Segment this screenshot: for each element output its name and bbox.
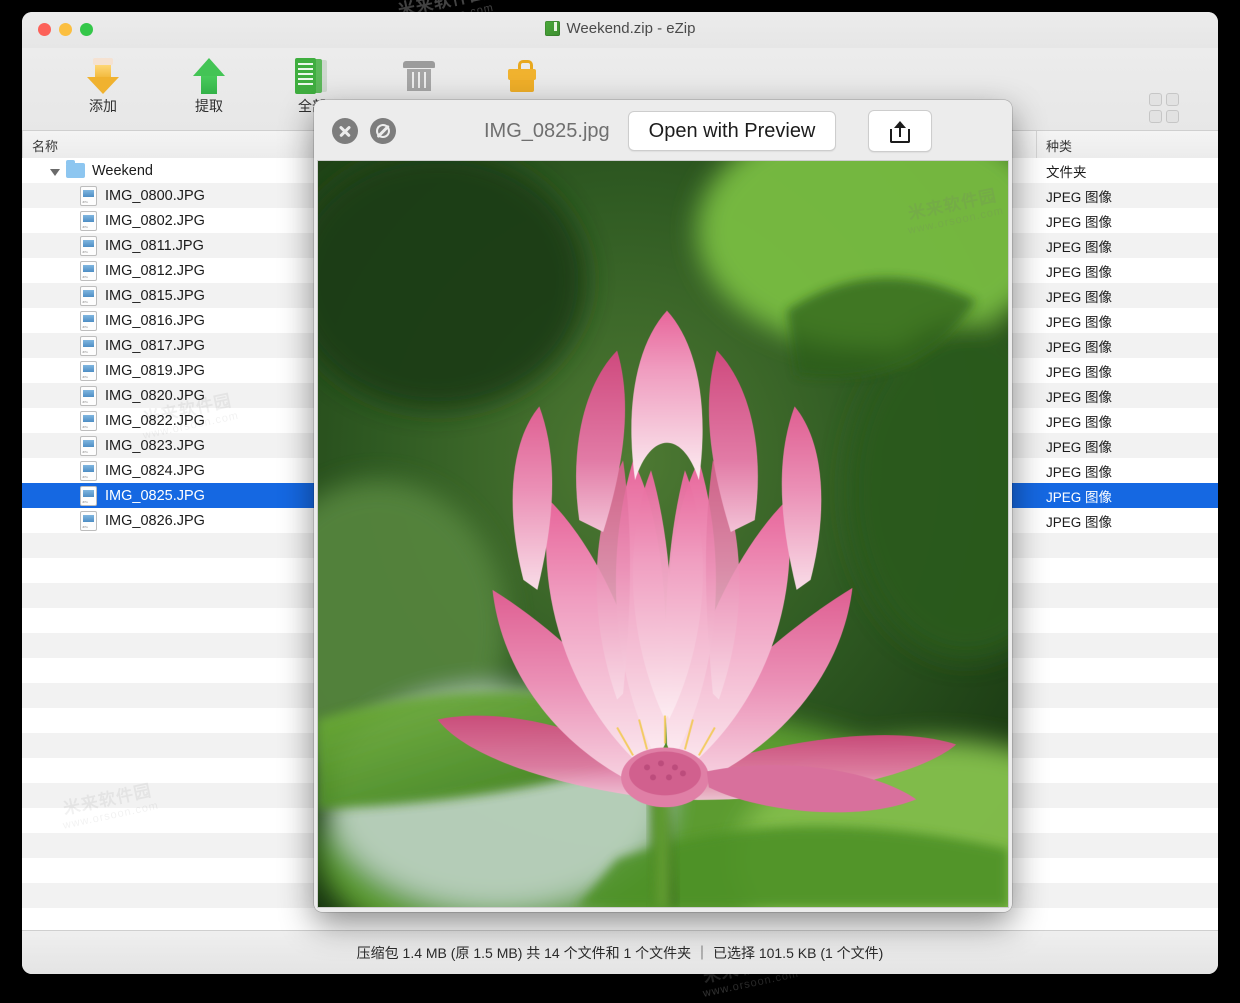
file-row-name-cell: IMG_0811.JPG: [80, 233, 204, 258]
jpeg-file-icon: [80, 260, 97, 281]
file-name-label: IMG_0817.JPG: [105, 337, 205, 354]
toolbar-label-extract: 提取: [195, 98, 223, 114]
jpeg-file-icon: [80, 185, 97, 206]
lock-encrypt-icon: [479, 54, 565, 98]
file-row-name-cell: IMG_0822.JPG: [80, 408, 205, 433]
file-row-name-cell: IMG_0815.JPG: [80, 283, 205, 308]
toolbar-button-encrypt[interactable]: [479, 54, 565, 98]
share-upload-icon: [890, 119, 911, 143]
column-header-kind[interactable]: 种类: [1046, 136, 1072, 155]
no-entry-circle-icon[interactable]: [370, 118, 396, 144]
jpeg-file-icon: [80, 310, 97, 331]
extract-up-arrow-icon: [166, 54, 252, 98]
file-row-name-cell: IMG_0824.JPG: [80, 458, 205, 483]
jpeg-file-icon: [80, 460, 97, 481]
jpeg-file-icon: [80, 335, 97, 356]
jpeg-file-icon: [80, 210, 97, 231]
file-row-kind-cell: JPEG 图像: [1046, 339, 1113, 355]
column-header-name[interactable]: 名称: [32, 136, 58, 155]
add-down-arrow-icon: [60, 54, 146, 98]
chevron-down-icon[interactable]: [50, 168, 60, 176]
file-name-label: IMG_0820.JPG: [105, 387, 205, 404]
file-row-kind-cell: JPEG 图像: [1046, 439, 1113, 455]
file-name-label: IMG_0826.JPG: [105, 512, 205, 529]
file-name-label: IMG_0802.JPG: [105, 212, 205, 229]
file-row-kind-cell: JPEG 图像: [1046, 389, 1113, 405]
zip-archive-icon: [544, 21, 560, 36]
file-row-kind-cell: JPEG 图像: [1046, 289, 1113, 305]
file-row-kind-cell: JPEG 图像: [1046, 414, 1113, 430]
file-row-kind-cell: JPEG 图像: [1046, 189, 1113, 205]
file-name-label: IMG_0815.JPG: [105, 287, 205, 304]
jpeg-file-icon: [80, 235, 97, 256]
file-row-kind-cell: JPEG 图像: [1046, 239, 1113, 255]
quicklook-image-preview: [317, 160, 1009, 908]
close-icon[interactable]: [332, 118, 358, 144]
share-button[interactable]: [868, 110, 933, 152]
file-row-kind-cell: 文件夹: [1046, 164, 1087, 180]
file-row-name-cell: Weekend: [50, 158, 153, 183]
trash-icon: [376, 54, 462, 98]
file-name-label: IMG_0812.JPG: [105, 262, 205, 279]
grid-view-icon: [1149, 93, 1179, 123]
file-row-kind-cell: JPEG 图像: [1046, 514, 1113, 530]
file-name-label: IMG_0816.JPG: [105, 312, 205, 329]
file-name-label: IMG_0823.JPG: [105, 437, 205, 454]
toolbar-button-extract[interactable]: 提取: [166, 54, 252, 116]
folder-icon: [66, 160, 85, 178]
file-row-name-cell: IMG_0819.JPG: [80, 358, 205, 383]
file-name-label: IMG_0822.JPG: [105, 412, 205, 429]
quicklook-header: IMG_0825.jpg Open with Preview: [314, 100, 1012, 162]
lotus-flower-image: [318, 161, 1008, 907]
ezip-main-window: Weekend.zip - eZip 添加 提取 全部 名称 种类 Weeken…: [22, 12, 1218, 974]
toolbar-button-grid-view[interactable]: [1142, 86, 1186, 130]
quicklook-filename: IMG_0825.jpg: [484, 119, 610, 142]
file-row-name-cell: IMG_0802.JPG: [80, 208, 205, 233]
jpeg-file-icon: [80, 385, 97, 406]
jpeg-file-icon: [80, 410, 97, 431]
file-row-kind-cell: JPEG 图像: [1046, 364, 1113, 380]
file-name-label: IMG_0824.JPG: [105, 462, 205, 479]
file-row-name-cell: IMG_0817.JPG: [80, 333, 205, 358]
status-bar: 压缩包 1.4 MB (原 1.5 MB) 共 14 个文件和 1 个文件夹 ｜…: [22, 930, 1218, 974]
open-with-preview-button[interactable]: Open with Preview: [627, 111, 837, 151]
quicklook-panel: IMG_0825.jpg Open with Preview: [314, 100, 1012, 912]
jpeg-file-icon: [80, 435, 97, 456]
file-name-label: IMG_0800.JPG: [105, 187, 205, 204]
file-row-name-cell: IMG_0816.JPG: [80, 308, 205, 333]
extract-all-documents-icon: [269, 54, 355, 98]
jpeg-file-icon: [80, 510, 97, 531]
file-row-name-cell: IMG_0823.JPG: [80, 433, 205, 458]
jpeg-file-icon: [80, 360, 97, 381]
file-row-kind-cell: JPEG 图像: [1046, 464, 1113, 480]
file-name-label: IMG_0819.JPG: [105, 362, 205, 379]
file-name-label: IMG_0811.JPG: [105, 237, 204, 254]
file-row-kind-cell: JPEG 图像: [1046, 264, 1113, 280]
window-title: Weekend.zip - eZip: [22, 20, 1218, 37]
file-row-name-cell: IMG_0820.JPG: [80, 383, 205, 408]
window-titlebar: Weekend.zip - eZip: [22, 12, 1218, 48]
file-row-kind-cell: JPEG 图像: [1046, 214, 1113, 230]
toolbar-button-delete[interactable]: [376, 54, 462, 98]
file-row-name-cell: IMG_0826.JPG: [80, 508, 205, 533]
toolbar-label-add: 添加: [89, 98, 117, 114]
file-row-name-cell: IMG_0812.JPG: [80, 258, 205, 283]
file-row-kind-cell: JPEG 图像: [1046, 314, 1113, 330]
toolbar-button-add[interactable]: 添加: [60, 54, 146, 116]
file-name-label: Weekend: [92, 162, 153, 179]
status-bar-text: 压缩包 1.4 MB (原 1.5 MB) 共 14 个文件和 1 个文件夹 ｜…: [356, 944, 884, 961]
window-title-label: Weekend.zip - eZip: [566, 20, 696, 37]
file-row-name-cell: IMG_0800.JPG: [80, 183, 205, 208]
jpeg-file-icon: [80, 285, 97, 306]
